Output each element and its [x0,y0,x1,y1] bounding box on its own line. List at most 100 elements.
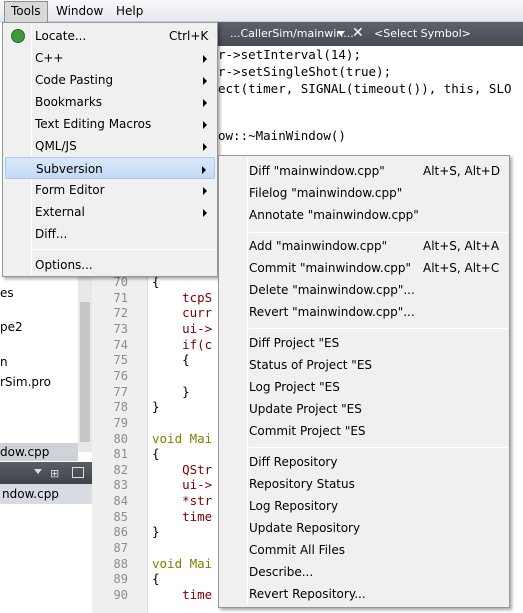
code-line: } [152,524,160,539]
scroll-thumb[interactable] [80,302,90,442]
line-number: 72 [113,306,128,320]
line-number: 86 [113,525,128,539]
dropdown-icon[interactable] [34,469,42,474]
menu-item-annotate-file[interactable]: Annotate "mainwindow.cpp" [221,204,507,226]
submenu-arrow-icon [203,121,207,129]
menu-item-locate[interactable]: Locate... Ctrl+K [5,25,215,47]
menu-bar: Tools Window Help [0,0,523,22]
submenu-arrow-icon [202,166,206,174]
menu-item-subversion[interactable]: Subversion [5,157,215,179]
menu-item-revert-file[interactable]: Revert "mainwindow.cpp"... [221,301,507,323]
menu-separator [249,232,507,233]
menu-item-label: External [35,205,85,219]
project-selected-row[interactable]: dow.cpp [0,443,78,461]
menu-item-status-project[interactable]: Status of Project "ES [221,354,507,376]
code-line: curr [152,305,213,320]
code-line: } [152,384,190,399]
menu-item-label: Add "mainwindow.cpp" [249,239,388,253]
menu-item-label: Delete "mainwindow.cpp"... [249,283,415,297]
close-icon[interactable]: ✕ [352,25,364,41]
menu-item-log-repository[interactable]: Log Repository [221,495,507,517]
line-number: 70 [113,275,128,289]
line-number: 81 [113,447,128,461]
split-icon[interactable]: ⊞ [50,467,59,480]
menu-tools[interactable]: Tools [4,1,48,22]
submenu-arrow-icon [203,55,207,63]
menu-item-code-pasting[interactable]: Code Pasting [5,69,215,91]
menu-item-label: Annotate "mainwindow.cpp" [249,208,419,222]
menu-item-label: Log Project "ES [249,380,340,394]
line-number: 89 [113,572,128,586]
symbol-selector[interactable]: <Select Symbol> [374,27,471,40]
menu-window[interactable]: Window [50,0,109,22]
menu-item-add-file[interactable]: Add "mainwindow.cpp" Alt+S, Alt+A [221,235,507,257]
submenu-arrow-icon [203,143,207,151]
menu-item-options[interactable]: Options... [5,254,215,276]
menu-item-label: C++ [35,51,64,65]
menu-help[interactable]: Help [110,0,149,22]
menu-item-diff-file[interactable]: Diff "mainwindow.cpp" Alt+S, Alt+D [221,160,507,182]
menu-item-delete-file[interactable]: Delete "mainwindow.cpp"... [221,279,507,301]
line-number: 88 [113,557,128,571]
code-line: { [152,446,160,461]
project-item[interactable]: n [0,355,8,369]
menu-item-describe[interactable]: Describe... [221,561,507,583]
menu-separator [33,249,215,250]
line-number: 87 [113,541,128,555]
menu-item-shortcut: Alt+S, Alt+D [423,164,501,178]
menu-item-diff-repository[interactable]: Diff Repository [221,451,507,473]
code-line: ect(timer, SIGNAL(timeout()), this, SLO [218,81,512,96]
menu-item-shortcut: Alt+S, Alt+A [423,239,500,253]
menu-item-label: Subversion [36,162,103,176]
menu-item-label: QML/JS [35,139,77,153]
menu-item-external[interactable]: External [5,201,215,223]
menu-item-diff-project[interactable]: Diff Project "ES [221,332,507,354]
project-item[interactable]: rSim.pro [0,375,51,389]
line-number: 76 [113,369,128,383]
open-document-label: ndow.cpp [2,487,59,501]
menu-item-label: Diff Project "ES [249,336,340,350]
chevron-down-icon[interactable] [337,31,345,36]
menu-item-update-project[interactable]: Update Project "ES [221,398,507,420]
submenu-arrow-icon [203,77,207,85]
code-line: tcpS [152,290,213,305]
menu-item-label: Revert Repository... [249,587,366,601]
document-selector[interactable]: ...CallerSim/mainwin... [230,27,354,40]
menu-item-label: Options... [35,258,93,272]
menu-item-log-project[interactable]: Log Project "ES [221,376,507,398]
menu-item-commit-file[interactable]: Commit "mainwindow.cpp" Alt+S, Alt+C [221,257,507,279]
menu-item-update-repository[interactable]: Update Repository [221,517,507,539]
menu-item-diff[interactable]: Diff... [5,223,215,245]
menu-item-label: Commit Project "ES [249,424,366,438]
menu-item-cpp[interactable]: C++ [5,47,215,69]
close-split-icon[interactable] [72,467,84,478]
menu-item-label: Update Repository [249,521,361,535]
project-item[interactable]: es [0,286,14,300]
menu-item-bookmarks[interactable]: Bookmarks [5,91,215,113]
menu-item-qml-js[interactable]: QML/JS [5,135,215,157]
menu-item-form-editor[interactable]: Form Editor [5,179,215,201]
line-number: 74 [113,338,128,352]
code-line: } [152,399,160,414]
menu-item-commit-project[interactable]: Commit Project "ES [221,420,507,442]
menu-item-text-editing-macros[interactable]: Text Editing Macros [5,113,215,135]
code-line: ow::~MainWindow() [218,128,346,143]
menu-item-revert-repository[interactable]: Revert Repository... [221,583,507,605]
menu-item-label: Status of Project "ES [249,358,373,372]
code-line: ui-> [152,321,213,336]
code-line: time [152,509,213,524]
project-item[interactable]: pe2 [0,320,23,334]
code-line: r->setSingleShot(true); [218,64,392,79]
open-document-item[interactable]: ndow.cpp [0,484,92,504]
menu-item-label: Commit All Files [249,543,345,557]
menu-item-commit-all-files[interactable]: Commit All Files [221,539,507,561]
menu-item-label: Describe... [249,565,314,579]
line-number: 73 [113,322,128,336]
menu-item-filelog-file[interactable]: Filelog "mainwindow.cpp" [221,182,507,204]
line-number: 77 [113,385,128,399]
menu-item-label: Repository Status [249,477,355,491]
menu-item-repository-status[interactable]: Repository Status [221,473,507,495]
code-line: time [152,587,213,602]
menu-item-shortcut: Alt+S, Alt+C [423,261,500,275]
menu-item-label: Form Editor [35,183,105,197]
